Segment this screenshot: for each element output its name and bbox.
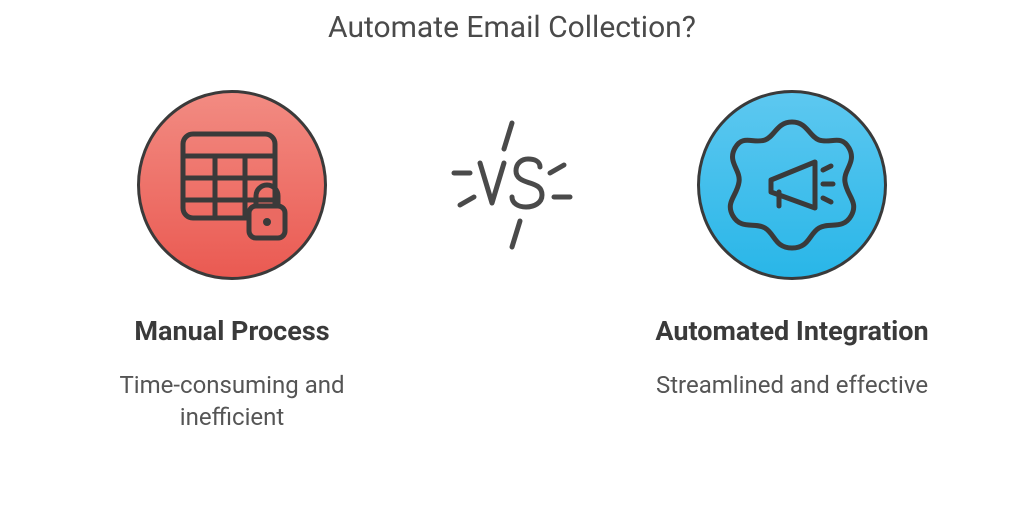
option-left: Manual Process Time-consuming and ineffi… xyxy=(42,90,422,434)
spreadsheet-lock-icon xyxy=(167,120,297,250)
option-right: Automated Integration Streamlined and ef… xyxy=(602,90,982,401)
right-option-title: Automated Integration xyxy=(655,315,928,347)
comparison-container: Manual Process Time-consuming and ineffi… xyxy=(0,90,1024,434)
page-title: Automate Email Collection? xyxy=(328,10,696,45)
vs-separator xyxy=(422,90,602,280)
left-option-title: Manual Process xyxy=(134,315,329,347)
vs-icon xyxy=(442,115,582,255)
gear-megaphone-icon xyxy=(717,110,867,260)
right-option-description: Streamlined and effective xyxy=(656,369,928,401)
left-option-description: Time-consuming and inefficient xyxy=(72,369,392,434)
left-icon-circle xyxy=(137,90,327,280)
right-icon-circle xyxy=(697,90,887,280)
